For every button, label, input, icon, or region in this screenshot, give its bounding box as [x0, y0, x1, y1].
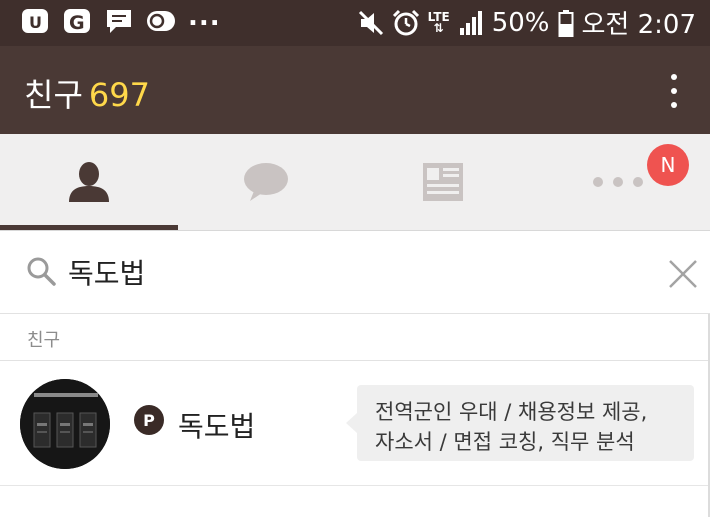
- lte-icon: LTE ⇅: [427, 9, 450, 35]
- list-item[interactable]: P 독도법 전역군인 우대 / 채용정보 제공, 자소서 / 면접 코칭, 직무…: [0, 361, 710, 486]
- status-line-2: 자소서 / 면접 코칭, 직무 분석: [375, 430, 635, 454]
- clock: 오전 2:07: [581, 10, 697, 40]
- battery-icon: [558, 9, 574, 37]
- friend-name: 독도법: [178, 410, 256, 443]
- tab-bar: [0, 134, 710, 231]
- alarm-icon: [392, 9, 420, 37]
- status-message: 전역군인 우대 / 채용정보 제공, 자소서 / 면접 코칭, 직무 분석: [346, 385, 694, 461]
- c-app-icon: [146, 6, 176, 36]
- more-dots-icon: [592, 177, 643, 187]
- tab-friends[interactable]: [0, 134, 177, 230]
- plus-friend-icon: P: [134, 405, 164, 435]
- more-notifications: ...: [188, 2, 221, 32]
- tab-news[interactable]: [354, 134, 531, 230]
- section-header: 친구: [0, 314, 710, 361]
- status-bar-right: LTE ⇅ 50% 오전 2:07: [358, 4, 696, 41]
- status-line-1: 전역군인 우대 / 채용정보 제공,: [375, 400, 648, 424]
- status-bar-left: U G ...: [20, 2, 221, 36]
- search-icon: [27, 257, 56, 286]
- page-title: 친구 697: [24, 70, 150, 116]
- title-label: 친구: [24, 76, 83, 114]
- search-bar: [0, 231, 710, 314]
- u-plus-app-icon: U: [20, 6, 50, 36]
- message-icon: [104, 6, 134, 36]
- friend-count: 697: [88, 76, 150, 114]
- svg-text:G: G: [69, 12, 85, 34]
- status-bar: U G ... LTE ⇅ 50% 오전 2:07: [0, 0, 710, 46]
- mute-icon: [358, 9, 384, 37]
- battery-percent: 50%: [491, 7, 550, 38]
- lte-label: LTE: [427, 9, 450, 24]
- clear-search-icon[interactable]: [668, 259, 698, 289]
- signal-icon: [458, 10, 484, 36]
- chat-bubble-icon: [243, 163, 288, 201]
- newspaper-icon: [422, 163, 463, 201]
- section-label: 친구: [27, 330, 61, 351]
- g-app-icon: G: [62, 6, 92, 36]
- app-bar: 친구 697: [0, 46, 710, 134]
- avatar[interactable]: [20, 379, 110, 469]
- search-input[interactable]: [68, 249, 628, 295]
- svg-text:U: U: [29, 13, 42, 32]
- active-tab-indicator: [0, 225, 178, 230]
- new-notification-badge: N: [647, 144, 689, 186]
- person-icon: [68, 162, 109, 202]
- overflow-menu-icon[interactable]: [668, 74, 680, 108]
- tab-chats[interactable]: [177, 134, 354, 230]
- plus-friend-letter: P: [143, 410, 155, 430]
